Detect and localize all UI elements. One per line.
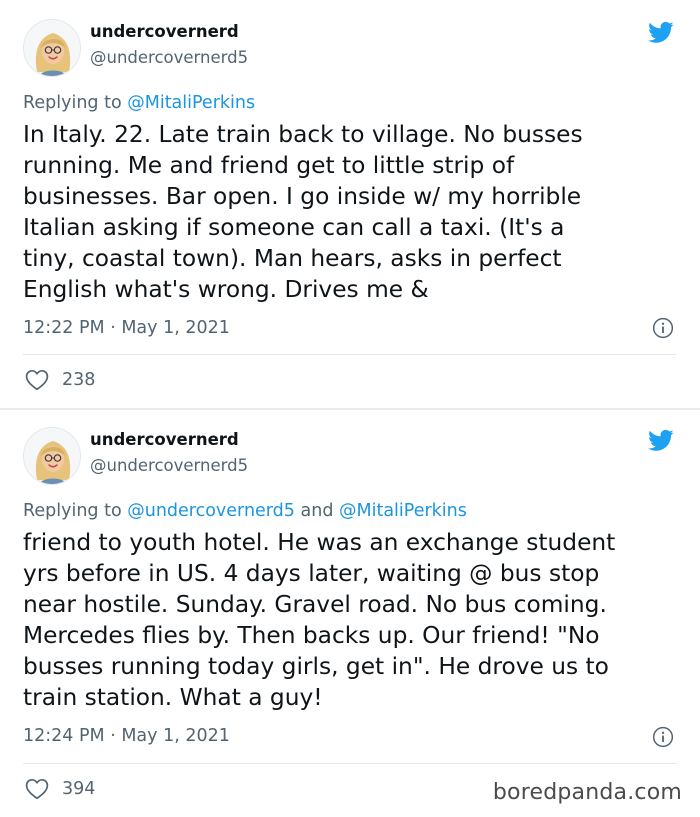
replying-to: Replying to @undercovernerd5 and @Mitali… bbox=[23, 501, 467, 521]
tweet-text-line: friend to youth hotel. He was an exchang… bbox=[23, 529, 616, 556]
avatar[interactable] bbox=[23, 19, 81, 77]
avatar-image bbox=[24, 428, 81, 485]
like-action[interactable]: 394 bbox=[25, 778, 95, 800]
tweet-text-line: busses running today girls, get in". He … bbox=[23, 652, 609, 680]
tweet-timestamp[interactable]: 12:22 PM · May 1, 2021 bbox=[23, 318, 230, 338]
replying-to: Replying to @MitaliPerkins bbox=[23, 93, 255, 113]
tweet-text-line: yrs before in US. 4 days later, waiting … bbox=[23, 559, 600, 587]
twitter-bird-icon[interactable] bbox=[646, 427, 676, 453]
tweet-timestamp[interactable]: 12:24 PM · May 1, 2021 bbox=[23, 726, 230, 746]
replying-to-label: Replying to bbox=[23, 93, 128, 113]
avatar-image bbox=[24, 20, 81, 77]
avatar[interactable] bbox=[23, 427, 81, 485]
watermark: boredpanda.com bbox=[492, 780, 682, 805]
divider bbox=[23, 354, 676, 355]
replying-to-label: Replying to bbox=[23, 501, 128, 521]
info-icon[interactable] bbox=[652, 726, 674, 748]
mention-link[interactable]: @MitaliPerkins bbox=[339, 501, 467, 521]
author-name[interactable]: undercovernerd bbox=[90, 22, 239, 41]
replying-to-joiner: and bbox=[294, 501, 339, 521]
tweet-text-line: train station. What a guy! bbox=[23, 683, 323, 711]
mention-link[interactable]: @undercovernerd5 bbox=[127, 501, 295, 521]
like-count: 238 bbox=[62, 370, 96, 390]
author-handle[interactable]: @undercovernerd5 bbox=[90, 48, 248, 67]
tweet-text-line: businesses. Bar open. I go inside w/ my … bbox=[23, 182, 582, 210]
info-icon[interactable] bbox=[652, 317, 674, 339]
tweet-text-line: Mercedes flies by. Then backs up. Our fr… bbox=[23, 621, 600, 649]
heart-icon[interactable] bbox=[25, 369, 49, 391]
like-action[interactable]: 238 bbox=[25, 369, 95, 391]
tweet-text-line: tiny, coastal town). Man hears, asks in … bbox=[23, 244, 562, 272]
tweet-text-line: Italian asking if someone can call a tax… bbox=[23, 213, 565, 241]
tweet-text-line: In Italy. 22. Late train back to village… bbox=[23, 121, 583, 148]
like-count: 394 bbox=[62, 779, 96, 799]
divider bbox=[23, 763, 676, 764]
author-handle[interactable]: @undercovernerd5 bbox=[90, 456, 248, 475]
tweet-text: In Italy. 22. Late train back to village… bbox=[23, 120, 683, 305]
tweet-text-line: running. Me and friend get to little str… bbox=[23, 151, 515, 179]
tweet-card[interactable]: undercovernerd @undercovernerd5 Replying… bbox=[0, 0, 700, 408]
heart-icon[interactable] bbox=[25, 778, 49, 800]
twitter-bird-icon[interactable] bbox=[646, 19, 676, 45]
author-name[interactable]: undercovernerd bbox=[90, 430, 239, 449]
tweet-text-line: English what's wrong. Drives me & bbox=[23, 275, 429, 303]
tweet-text: friend to youth hotel. He was an exchang… bbox=[23, 528, 683, 713]
mention-link[interactable]: @MitaliPerkins bbox=[127, 93, 255, 113]
tweet-text-line: near hostile. Sunday. Gravel road. No bu… bbox=[23, 590, 607, 618]
tweet-card[interactable]: undercovernerd @undercovernerd5 Replying… bbox=[0, 408, 700, 817]
